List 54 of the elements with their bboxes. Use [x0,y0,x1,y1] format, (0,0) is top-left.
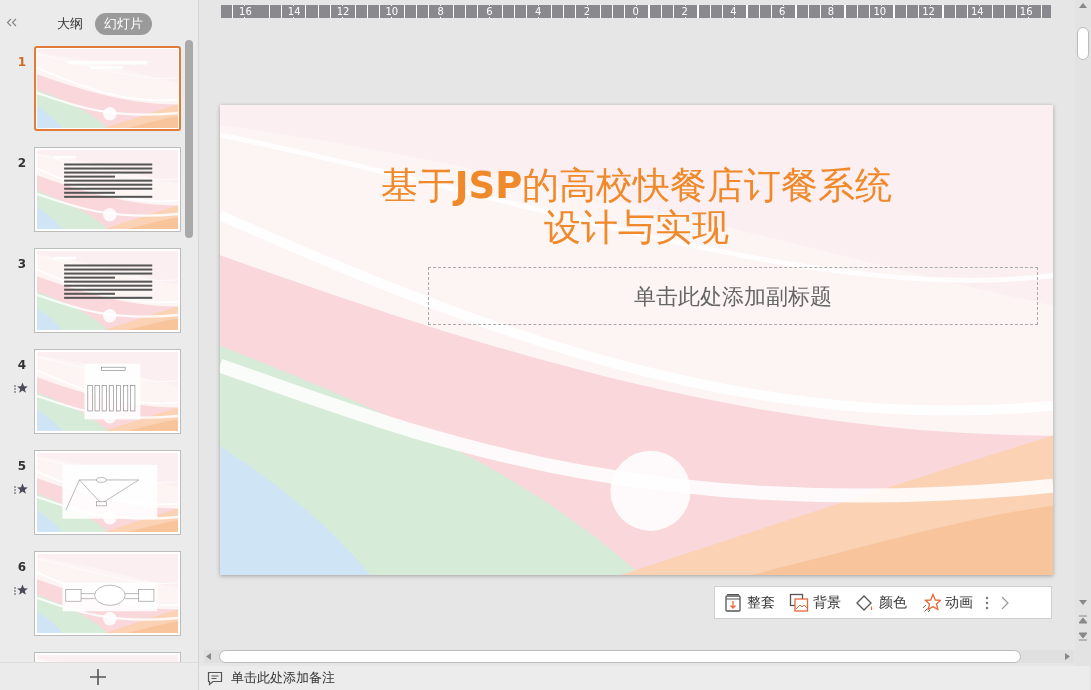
ruler-label: 16 [238,6,253,17]
scroll-left-icon[interactable] [206,653,212,660]
ruler-label: 12 [921,6,936,17]
toolbar-button[interactable]: 动画 [921,592,973,613]
chevron-right-icon[interactable] [1001,595,1009,610]
comment-icon [207,670,223,686]
subtitle-placeholder[interactable]: 单击此处添加副标题 [428,267,1038,325]
slide-thumbnail[interactable] [34,248,181,333]
slide-number: 4 [16,357,28,374]
slide-thumbnail[interactable] [34,46,181,131]
toolbar-button[interactable]: 背景 [789,592,841,613]
slide-title: 设计与实现 [544,207,729,249]
collapse-icon[interactable] [6,18,18,27]
more-icon[interactable] [985,595,989,610]
slide-number: 6 [16,559,28,576]
animation-icon [921,592,941,613]
scrollbar-thumb[interactable] [185,40,193,238]
scroll-right-icon[interactable] [1064,653,1070,660]
ruler-label: 4 [729,6,738,17]
add-slide-button[interactable] [88,668,108,686]
ruler-label: 0 [631,6,640,17]
notes-field[interactable]: 单击此处添加备注 [231,668,431,688]
scrollbar-thumb[interactable] [1077,27,1089,60]
ruler-label: 16 [1018,6,1034,17]
slide-thumbnail[interactable] [34,147,181,232]
ruler-label: 14 [286,6,302,17]
ruler-label: 8 [436,6,445,17]
ruler-label: 6 [485,6,494,17]
panel-tab[interactable]: 大纲 [48,13,92,35]
ruler-label: 10 [872,6,888,17]
previous-page-icon[interactable] [1079,615,1087,624]
slide-number: 3 [16,256,28,273]
ruler-label: 8 [826,6,836,17]
slide-number: 2 [16,155,28,172]
ruler-label: 6 [777,6,787,17]
slide-thumbnail[interactable] [34,349,181,434]
slide-title: 基于JSP的高校快餐店订餐系统 [380,165,893,207]
suite-icon [723,592,743,613]
slide-number: 5 [16,458,28,475]
toolbar-button[interactable]: 颜色 [855,592,907,613]
toolbar-button[interactable]: 整套 [723,592,775,613]
ruler-label: 2 [680,6,689,17]
ruler-label: 14 [970,6,985,17]
slide-thumbnail[interactable] [34,450,181,535]
ruler-label: 10 [384,6,400,17]
next-page-icon[interactable] [1079,632,1087,641]
scroll-up-icon[interactable] [1079,2,1087,8]
ruler-label: 2 [582,6,592,17]
background-icon [789,592,809,613]
ruler-label: 12 [335,6,351,17]
scroll-down-icon[interactable] [1079,600,1087,606]
ruler-label: 4 [534,6,543,17]
slide-thumbnail[interactable] [34,551,181,636]
slide-number: 1 [16,54,28,71]
